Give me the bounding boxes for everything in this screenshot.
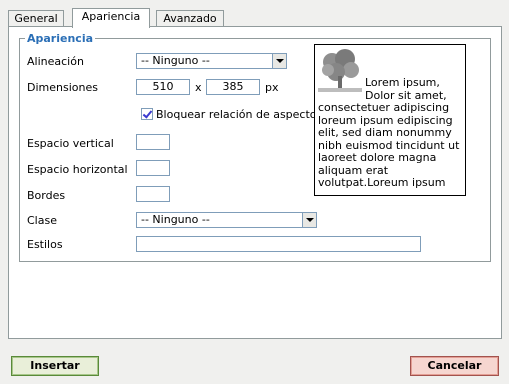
vertical-space-input[interactable] [136, 134, 170, 150]
alignment-label: Alineación [27, 55, 84, 68]
chevron-down-icon[interactable] [272, 54, 286, 68]
border-label: Bordes [27, 189, 66, 202]
styles-input[interactable] [136, 236, 421, 252]
width-input[interactable]: 510 [136, 79, 190, 95]
fieldset-legend: Apariencia [25, 32, 96, 45]
image-preview: Lorem ipsum, Dolor sit amet, consectetue… [314, 44, 466, 196]
insert-button[interactable]: Insertar [11, 356, 99, 376]
styles-label: Estilos [27, 238, 63, 251]
tab-apariencia[interactable]: Apariencia [72, 8, 150, 28]
tab-general[interactable]: General [8, 10, 64, 27]
tree-image-icon [318, 48, 362, 92]
class-value: -- Ninguno -- [141, 213, 210, 226]
lock-aspect-checkbox[interactable] [141, 108, 153, 120]
lock-aspect-label: Bloquear relación de aspecto [156, 108, 317, 121]
class-select[interactable]: -- Ninguno -- [136, 212, 317, 228]
dimensions-separator: x [195, 81, 202, 94]
tab-avanzado[interactable]: Avanzado [156, 10, 224, 27]
dimensions-label: Dimensiones [27, 81, 98, 94]
border-input[interactable] [136, 186, 170, 202]
class-label: Clase [27, 214, 57, 227]
dimensions-unit: px [265, 81, 279, 94]
height-input[interactable]: 385 [206, 79, 260, 95]
tab-panel: Apariencia Alineación -- Ninguno -- Dime… [8, 26, 502, 339]
vertical-space-label: Espacio vertical [27, 137, 114, 150]
cancel-button[interactable]: Cancelar [410, 356, 499, 376]
alignment-value: -- Ninguno -- [141, 54, 210, 67]
chevron-down-icon[interactable] [302, 213, 316, 227]
alignment-select[interactable]: -- Ninguno -- [136, 53, 287, 69]
horizontal-space-input[interactable] [136, 160, 170, 176]
horizontal-space-label: Espacio horizontal [27, 163, 128, 176]
